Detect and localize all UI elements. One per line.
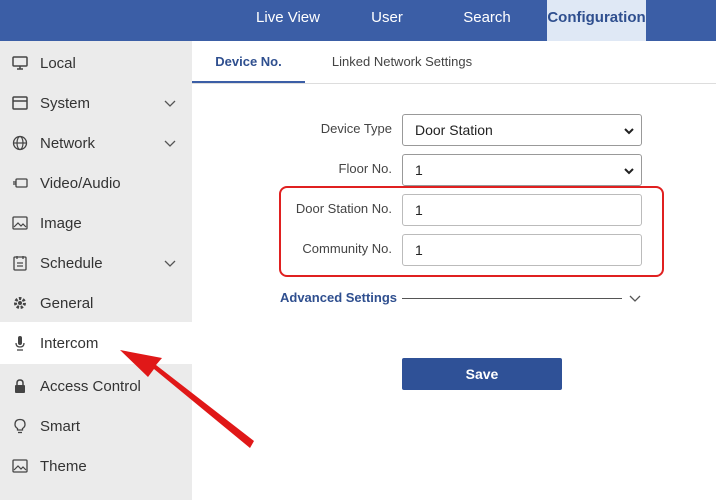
sidebar-item-label: Smart xyxy=(40,417,81,435)
system-icon xyxy=(11,94,29,112)
sidebar-item-smart[interactable]: Smart xyxy=(0,406,192,446)
sidebar-item-general[interactable]: General xyxy=(0,283,192,323)
tab-bar: Device No. Linked Network Settings xyxy=(192,41,716,84)
chevron-down-icon[interactable] xyxy=(162,95,178,111)
image-icon xyxy=(11,214,29,232)
highlight-box xyxy=(279,186,664,277)
sidebar-item-local[interactable]: Local xyxy=(0,43,192,83)
sidebar-item-label: Access Control xyxy=(40,377,141,395)
sidebar-item-theme[interactable]: Theme xyxy=(0,446,192,486)
chevron-down-icon xyxy=(623,164,635,176)
save-button[interactable]: Save xyxy=(402,358,562,390)
tab-device-no[interactable]: Device No. xyxy=(192,41,305,83)
divider xyxy=(402,298,622,299)
sidebar-item-label: Image xyxy=(40,214,82,232)
advanced-settings-toggle[interactable]: Advanced Settings xyxy=(280,290,397,305)
chevron-down-icon[interactable] xyxy=(628,292,642,306)
sidebar-item-label: Theme xyxy=(40,457,87,475)
schedule-icon xyxy=(11,254,29,272)
device-type-label: Device Type xyxy=(320,121,392,136)
sidebar-item-label: Network xyxy=(40,134,96,152)
sidebar-item-network[interactable]: Network xyxy=(0,123,192,163)
top-nav-bar: Live View User Search Configuration xyxy=(0,0,716,41)
theme-icon xyxy=(11,457,29,475)
sidebar-item-label: Schedule xyxy=(40,254,103,272)
device-type-select[interactable]: Door Station xyxy=(402,114,642,146)
gear-icon xyxy=(11,294,29,312)
sidebar-item-label: System xyxy=(40,94,91,112)
app-window: Live View User Search Configuration Loca… xyxy=(0,0,716,500)
bulb-icon xyxy=(11,417,29,435)
video-icon xyxy=(11,174,29,192)
tab-linked-network-settings[interactable]: Linked Network Settings xyxy=(317,41,487,83)
sidebar-item-intercom[interactable]: Intercom xyxy=(0,322,192,364)
device-type-value: Door Station xyxy=(415,122,493,138)
floor-no-select[interactable]: 1 xyxy=(402,154,642,186)
sidebar-item-label: General xyxy=(40,294,94,312)
nav-user[interactable]: User xyxy=(352,0,422,41)
nav-configuration[interactable]: Configuration xyxy=(547,0,646,41)
sidebar-item-image[interactable]: Image xyxy=(0,203,192,243)
sidebar: Local System Network Video/Audio Image S… xyxy=(0,41,192,500)
nav-live-view[interactable]: Live View xyxy=(243,0,333,41)
lock-icon xyxy=(11,377,29,395)
sidebar-item-label: Intercom xyxy=(40,334,99,352)
chevron-down-icon[interactable] xyxy=(162,135,178,151)
chevron-down-icon xyxy=(623,124,635,136)
floor-no-label: Floor No. xyxy=(338,161,392,176)
sidebar-item-video-audio[interactable]: Video/Audio xyxy=(0,163,192,203)
microphone-icon xyxy=(11,334,29,352)
floor-no-value: 1 xyxy=(415,162,423,178)
monitor-icon xyxy=(11,54,29,72)
sidebar-item-label: Video/Audio xyxy=(40,174,121,192)
chevron-down-icon[interactable] xyxy=(162,255,178,271)
sidebar-item-label: Local xyxy=(40,54,76,72)
sidebar-item-access-control[interactable]: Access Control xyxy=(0,366,192,406)
sidebar-item-system[interactable]: System xyxy=(0,83,192,123)
sidebar-item-schedule[interactable]: Schedule xyxy=(0,243,192,283)
nav-search[interactable]: Search xyxy=(447,0,527,41)
globe-icon xyxy=(11,134,29,152)
